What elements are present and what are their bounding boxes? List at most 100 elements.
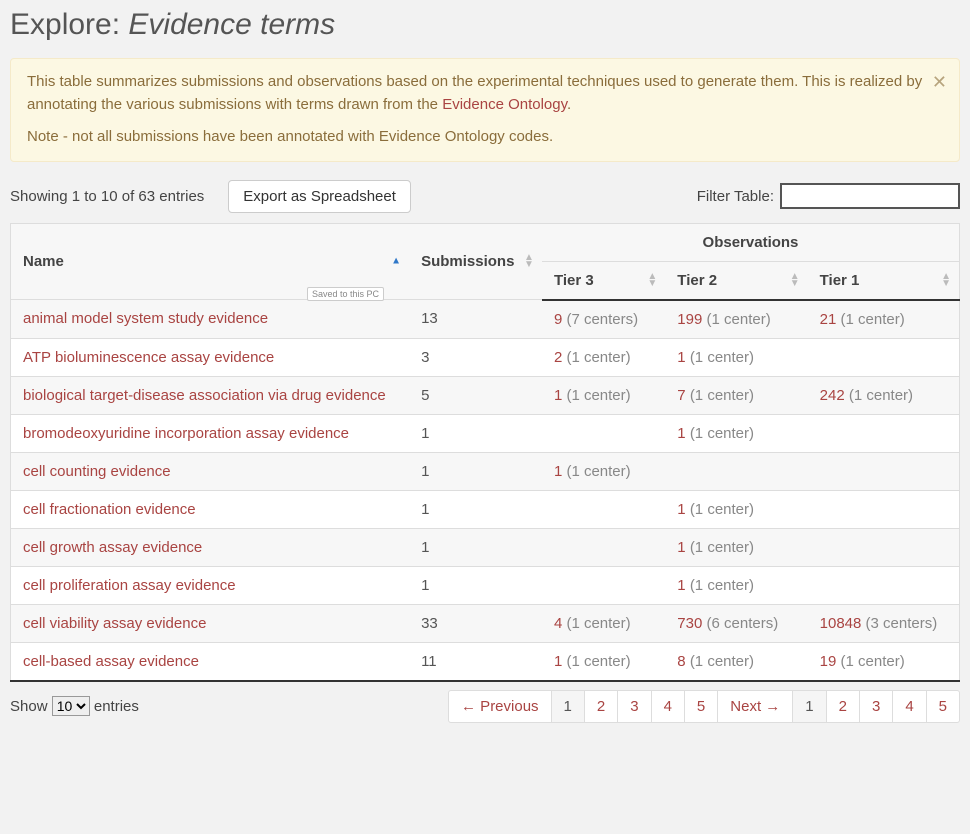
tier2-cell <box>665 452 807 490</box>
table-row: animal model system study evidence 139 (7… <box>11 300 960 339</box>
tier2-cell: 1 (1 center) <box>665 414 807 452</box>
sort-icon: ▲▼ <box>790 273 800 287</box>
page-title-prefix: Explore: <box>10 8 128 41</box>
page-title: Explore: Evidence terms <box>10 8 960 42</box>
tier3-cell: 1 (1 center) <box>542 642 665 681</box>
tier1-cell: 242 (1 center) <box>808 376 960 414</box>
filter-input[interactable] <box>780 183 960 209</box>
table-row: cell growth assay evidence 1 1 (1 center) <box>11 528 960 566</box>
alert-paragraph-2: Note - not all submissions have been ann… <box>27 126 931 149</box>
submissions-cell: 3 <box>409 338 542 376</box>
tier1-cell <box>808 414 960 452</box>
tier2-cell: 7 (1 center) <box>665 376 807 414</box>
col-tier3-label: Tier 3 <box>554 272 594 289</box>
tier3-cell <box>542 528 665 566</box>
tier3-cell: 1 (1 center) <box>542 376 665 414</box>
evidence-term-link[interactable]: ATP bioluminescence assay evidence <box>23 349 274 366</box>
submissions-cell: 1 <box>409 452 542 490</box>
evidence-term-link[interactable]: biological target-disease association vi… <box>23 387 386 404</box>
evidence-term-link[interactable]: cell fractionation evidence <box>23 501 196 518</box>
show-entries: Show 10 entries <box>10 696 139 716</box>
tier1-cell <box>808 528 960 566</box>
col-name-label: Name <box>23 253 64 270</box>
tier1-cell <box>808 452 960 490</box>
tier3-cell <box>542 566 665 604</box>
col-tier2-label: Tier 2 <box>677 272 717 289</box>
tier1-cell: 10848 (3 centers) <box>808 604 960 642</box>
col-tier2[interactable]: Tier 2 ▲▼ <box>665 261 807 300</box>
table-row: cell viability assay evidence334 (1 cent… <box>11 604 960 642</box>
tier3-cell: 2 (1 center) <box>542 338 665 376</box>
submissions-cell: 1 <box>409 414 542 452</box>
evidence-term-link[interactable]: cell viability assay evidence <box>23 615 206 632</box>
evidence-term-link[interactable]: animal model system study evidence <box>23 310 268 327</box>
page-3-button[interactable]: 3 <box>617 690 651 723</box>
page-size-select[interactable]: 10 <box>52 696 90 716</box>
evidence-ontology-link[interactable]: Evidence Ontology <box>442 96 567 113</box>
evidence-term-link[interactable]: cell counting evidence <box>23 463 171 480</box>
submissions-cell: 1 <box>409 490 542 528</box>
close-icon[interactable]: ✕ <box>932 69 947 96</box>
evidence-term-link[interactable]: cell-based assay evidence <box>23 653 199 670</box>
col-submissions-label: Submissions <box>421 253 514 270</box>
sort-icon: ▲▼ <box>941 273 951 287</box>
pagination: ← Previous 12345Next → 12345 <box>449 690 960 723</box>
info-alert: ✕ This table summarizes submissions and … <box>10 58 960 162</box>
page-1-button: 1 <box>551 690 585 723</box>
next-page-button[interactable]: Next → <box>717 690 793 723</box>
tier3-cell: 9 (7 centers) <box>542 300 665 339</box>
evidence-table: Name ▲ Saved to this PC Submissions ▲▼ O… <box>10 223 960 682</box>
tier1-cell: 19 (1 center) <box>808 642 960 681</box>
showing-count: Showing 1 to 10 of 63 entries <box>10 188 204 205</box>
submissions-cell: 13 <box>409 300 542 339</box>
tier2-cell: 1 (1 center) <box>665 490 807 528</box>
evidence-term-link[interactable]: cell proliferation assay evidence <box>23 577 236 594</box>
table-row: ATP bioluminescence assay evidence 32 (1 … <box>11 338 960 376</box>
table-row: bromodeoxyuridine incorporation assay ev… <box>11 414 960 452</box>
col-submissions[interactable]: Submissions ▲▼ <box>409 223 542 300</box>
tier1-cell: 21 (1 center) <box>808 300 960 339</box>
tier2-cell: 8 (1 center) <box>665 642 807 681</box>
alert-text-suffix: . <box>567 96 571 113</box>
tier2-cell: 199 (1 center) <box>665 300 807 339</box>
page-2-button[interactable]: 2 <box>584 690 618 723</box>
alert-paragraph-1: This table summarizes submissions and ob… <box>27 71 931 116</box>
col-tier1-label: Tier 1 <box>820 272 860 289</box>
tier2-cell: 730 (6 centers) <box>665 604 807 642</box>
submissions-cell: 1 <box>409 528 542 566</box>
tier1-cell <box>808 566 960 604</box>
col-tier3[interactable]: Tier 3 ▲▼ <box>542 261 665 300</box>
filter-label: Filter Table: <box>697 188 774 205</box>
page-4-button[interactable]: 4 <box>651 690 685 723</box>
tier3-cell <box>542 490 665 528</box>
prev-page-button[interactable]: ← Previous <box>448 690 552 723</box>
col-tier1[interactable]: Tier 1 ▲▼ <box>808 261 960 300</box>
sort-icon: ▲▼ <box>524 254 534 268</box>
tier3-cell: 1 (1 center) <box>542 452 665 490</box>
page-4-button[interactable]: 4 <box>892 690 926 723</box>
tier2-cell: 1 (1 center) <box>665 566 807 604</box>
col-name[interactable]: Name ▲ Saved to this PC <box>11 223 410 300</box>
page-3-button[interactable]: 3 <box>859 690 893 723</box>
tier2-cell: 1 (1 center) <box>665 528 807 566</box>
page-title-name: Evidence terms <box>128 8 335 41</box>
table-row: cell fractionation evidence 1 1 (1 center) <box>11 490 960 528</box>
evidence-term-link[interactable]: cell growth assay evidence <box>23 539 202 556</box>
tier2-cell: 1 (1 center) <box>665 338 807 376</box>
evidence-term-link[interactable]: bromodeoxyuridine incorporation assay ev… <box>23 425 349 442</box>
page-5-button[interactable]: 5 <box>926 690 960 723</box>
page-1-button: 1 <box>792 690 826 723</box>
page-2-button[interactable]: 2 <box>826 690 860 723</box>
saved-badge: Saved to this PC <box>307 287 384 301</box>
tier3-cell <box>542 414 665 452</box>
show-suffix: entries <box>94 698 139 715</box>
page-5-button[interactable]: 5 <box>684 690 718 723</box>
table-row: cell proliferation assay evidence11 (1 c… <box>11 566 960 604</box>
export-spreadsheet-button[interactable]: Export as Spreadsheet <box>228 180 411 213</box>
show-prefix: Show <box>10 698 48 715</box>
col-observations: Observations <box>542 223 960 261</box>
submissions-cell: 11 <box>409 642 542 681</box>
tier1-cell <box>808 338 960 376</box>
tier3-cell: 4 (1 center) <box>542 604 665 642</box>
submissions-cell: 5 <box>409 376 542 414</box>
